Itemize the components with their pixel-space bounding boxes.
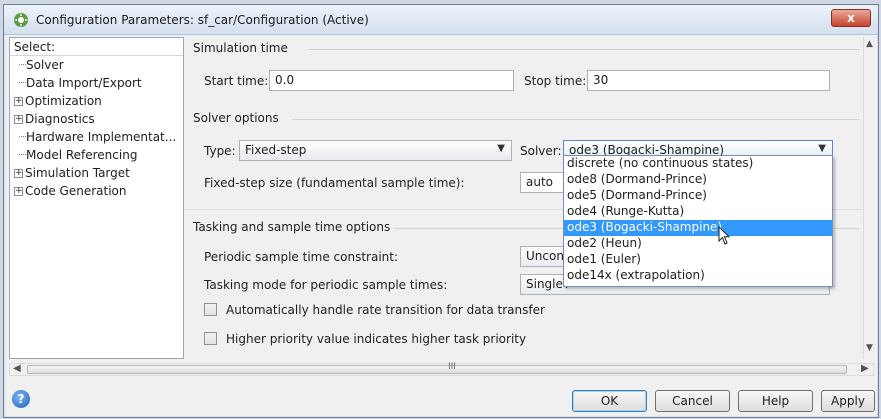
close-icon: x bbox=[847, 11, 855, 25]
expand-icon[interactable]: + bbox=[14, 169, 23, 178]
tree-item[interactable]: Data Import/Export bbox=[10, 74, 183, 92]
solver-label: Solver: bbox=[520, 144, 562, 158]
dropdown-arrow-icon: ▼ bbox=[497, 143, 505, 154]
solver-option[interactable]: ode4 (Runge-Kutta) bbox=[564, 204, 832, 220]
tree-item[interactable]: + Diagnostics bbox=[10, 110, 183, 128]
auto-rate-transition-label: Automatically handle rate transition for… bbox=[226, 303, 545, 317]
stop-time-label: Stop time: bbox=[524, 74, 587, 88]
help-button[interactable]: Help bbox=[738, 390, 813, 412]
simulation-time-heading: Simulation time bbox=[193, 41, 288, 55]
help-icon[interactable]: ? bbox=[12, 390, 30, 408]
scroll-left-icon[interactable]: ◀ bbox=[13, 363, 21, 374]
tree-item-label: Code Generation bbox=[25, 184, 127, 198]
auto-rate-transition-checkbox[interactable] bbox=[204, 303, 217, 316]
cancel-button[interactable]: Cancel bbox=[655, 390, 730, 412]
window-title: Configuration Parameters: sf_car/Configu… bbox=[36, 13, 369, 27]
tree-item[interactable]: Hardware Implementat... bbox=[10, 128, 183, 146]
type-select[interactable]: Fixed-step ▼ bbox=[239, 140, 512, 161]
tree-item-label: Simulation Target bbox=[25, 166, 130, 180]
dropdown-arrow-icon: ▼ bbox=[818, 143, 826, 154]
tree-item-label: Model Referencing bbox=[26, 148, 138, 162]
scrollbar-thumb[interactable]: III bbox=[27, 362, 847, 374]
solver-option[interactable]: discrete (no continuous states) bbox=[564, 156, 832, 172]
type-label: Type: bbox=[204, 144, 236, 158]
expand-icon[interactable]: + bbox=[14, 97, 23, 106]
priority-label: Higher priority value indicates higher t… bbox=[226, 332, 527, 346]
expand-icon[interactable]: + bbox=[14, 115, 23, 124]
tree-header: Select: bbox=[10, 38, 183, 56]
periodic-constraint-label: Periodic sample time constraint: bbox=[204, 250, 399, 264]
step-size-label: Fixed-step size (fundamental sample time… bbox=[204, 176, 465, 190]
apply-button[interactable]: Apply bbox=[821, 390, 875, 412]
tree-item-label: Hardware Implementat... bbox=[26, 130, 177, 144]
section-divider bbox=[292, 119, 859, 120]
close-button[interactable]: x bbox=[831, 9, 871, 27]
vertical-scrollbar[interactable]: ▲ ▼ bbox=[863, 37, 876, 359]
tree-item[interactable]: + Optimization bbox=[10, 92, 183, 110]
tree-connector bbox=[19, 154, 26, 155]
tree-item[interactable]: Solver bbox=[10, 56, 183, 74]
title-bar[interactable]: Configuration Parameters: sf_car/Configu… bbox=[4, 5, 878, 35]
simulink-app-icon bbox=[14, 13, 28, 27]
horizontal-scrollbar[interactable]: ◀ III ▶ bbox=[9, 362, 874, 376]
tree-connector bbox=[19, 82, 26, 83]
tree-item[interactable]: Model Referencing bbox=[10, 146, 183, 164]
scroll-up-icon[interactable]: ▲ bbox=[866, 39, 873, 49]
tasking-mode-label: Tasking mode for periodic sample times: bbox=[204, 278, 448, 292]
solver-option[interactable]: ode5 (Dormand-Prince) bbox=[564, 188, 832, 204]
solver-option[interactable]: ode14x (extrapolation) bbox=[564, 268, 832, 284]
solver-option[interactable]: ode1 (Euler) bbox=[564, 252, 832, 268]
tree-item-label: Diagnostics bbox=[25, 112, 95, 126]
tree-connector bbox=[19, 136, 26, 137]
ok-button[interactable]: OK bbox=[572, 390, 647, 412]
scroll-right-icon[interactable]: ▶ bbox=[861, 363, 869, 374]
type-select-value: Fixed-step bbox=[245, 143, 307, 157]
tree-item-label: Data Import/Export bbox=[26, 76, 142, 90]
tasking-heading: Tasking and sample time options bbox=[193, 220, 391, 234]
tree-item-label: Optimization bbox=[25, 94, 102, 108]
tree-items: Solver Data Import/Export + Optimization + Di… bbox=[10, 56, 183, 200]
priority-checkbox[interactable] bbox=[204, 332, 217, 345]
start-time-label: Start time: bbox=[204, 74, 269, 88]
section-divider bbox=[309, 49, 859, 50]
start-time-input[interactable]: 0.0 bbox=[269, 70, 514, 91]
settings-tree: Select: Solver Data Import/Export + Optimiz… bbox=[9, 37, 184, 359]
scroll-down-icon[interactable]: ▼ bbox=[866, 343, 873, 353]
solver-option[interactable]: ode8 (Dormand-Prince) bbox=[564, 172, 832, 188]
solver-option[interactable]: ode2 (Heun) bbox=[564, 236, 832, 252]
tree-item[interactable]: + Code Generation bbox=[10, 182, 183, 200]
solver-options-heading: Solver options bbox=[193, 111, 279, 125]
solver-dropdown-list: discrete (no continuous states) ode8 (Dor… bbox=[563, 155, 833, 287]
stop-time-input[interactable]: 30 bbox=[587, 70, 830, 91]
mouse-pointer-icon bbox=[718, 226, 731, 245]
expand-icon[interactable]: + bbox=[14, 187, 23, 196]
tree-connector bbox=[19, 64, 26, 65]
tree-item-label: Solver bbox=[26, 58, 64, 72]
tree-item[interactable]: + Simulation Target bbox=[10, 164, 183, 182]
solver-options: discrete (no continuous states) ode8 (Dor… bbox=[564, 156, 832, 284]
scrollbar-grip: III bbox=[448, 362, 456, 372]
solver-option[interactable]: ode3 (Bogacki-Shampine) bbox=[564, 220, 832, 236]
